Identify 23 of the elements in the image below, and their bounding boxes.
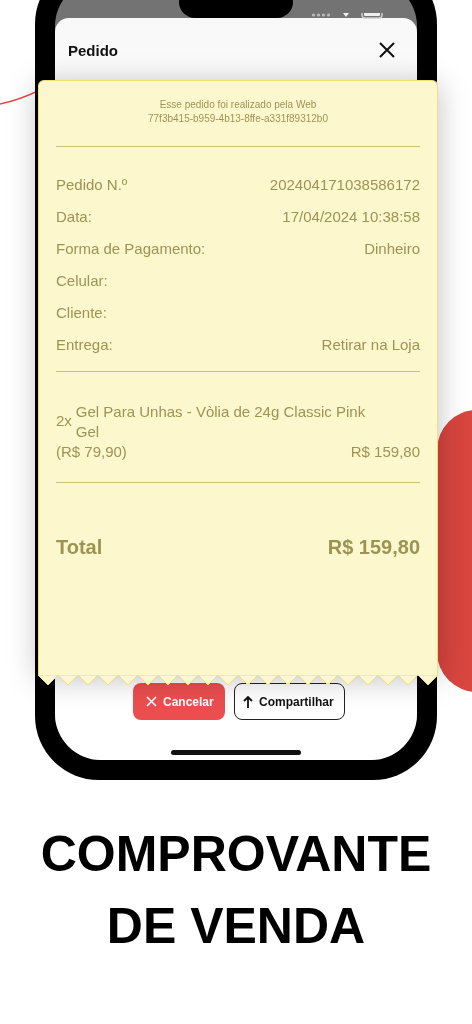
sheet-title: Pedido: [68, 41, 118, 59]
field-label: Cliente:: [56, 303, 107, 323]
unit-price: (R$ 79,90): [56, 442, 127, 462]
action-button[interactable]: Cancelar: [133, 683, 225, 720]
headline: DE VENDA: [105, 897, 367, 956]
order-id: 77f3b415-b959-4b13-8ffe-a331f89312b0: [147, 112, 329, 126]
field-label: Forma de Pagamento:: [56, 239, 206, 259]
field-value: Retirar na Loja: [321, 335, 420, 355]
field-value: Dinheiro: [364, 239, 420, 259]
item-total: R$ 159,80: [350, 442, 420, 462]
total-label: Total: [56, 537, 103, 557]
field-label: Pedido N.º: [56, 175, 128, 195]
item-quantity: 2x: [56, 411, 72, 431]
field-label: Celular:: [56, 271, 108, 291]
field-label: Data:: [56, 207, 92, 227]
item-name: Gel Para Unhas - Vòlia de 24g Classic Pink Gel: [75, 402, 367, 442]
field-value: 17/04/2024 10:38:58: [282, 207, 420, 227]
total-value: R$ 159,80: [327, 537, 420, 557]
field-value: 202404171038586172: [269, 175, 420, 195]
action-button[interactable]: Compartilhar: [234, 683, 345, 720]
field-label: Entrega:: [56, 335, 113, 355]
receipt-notice: Esse pedido foi realizado pela Web: [158, 98, 318, 112]
headline: COMPROVANTE: [39, 825, 433, 884]
